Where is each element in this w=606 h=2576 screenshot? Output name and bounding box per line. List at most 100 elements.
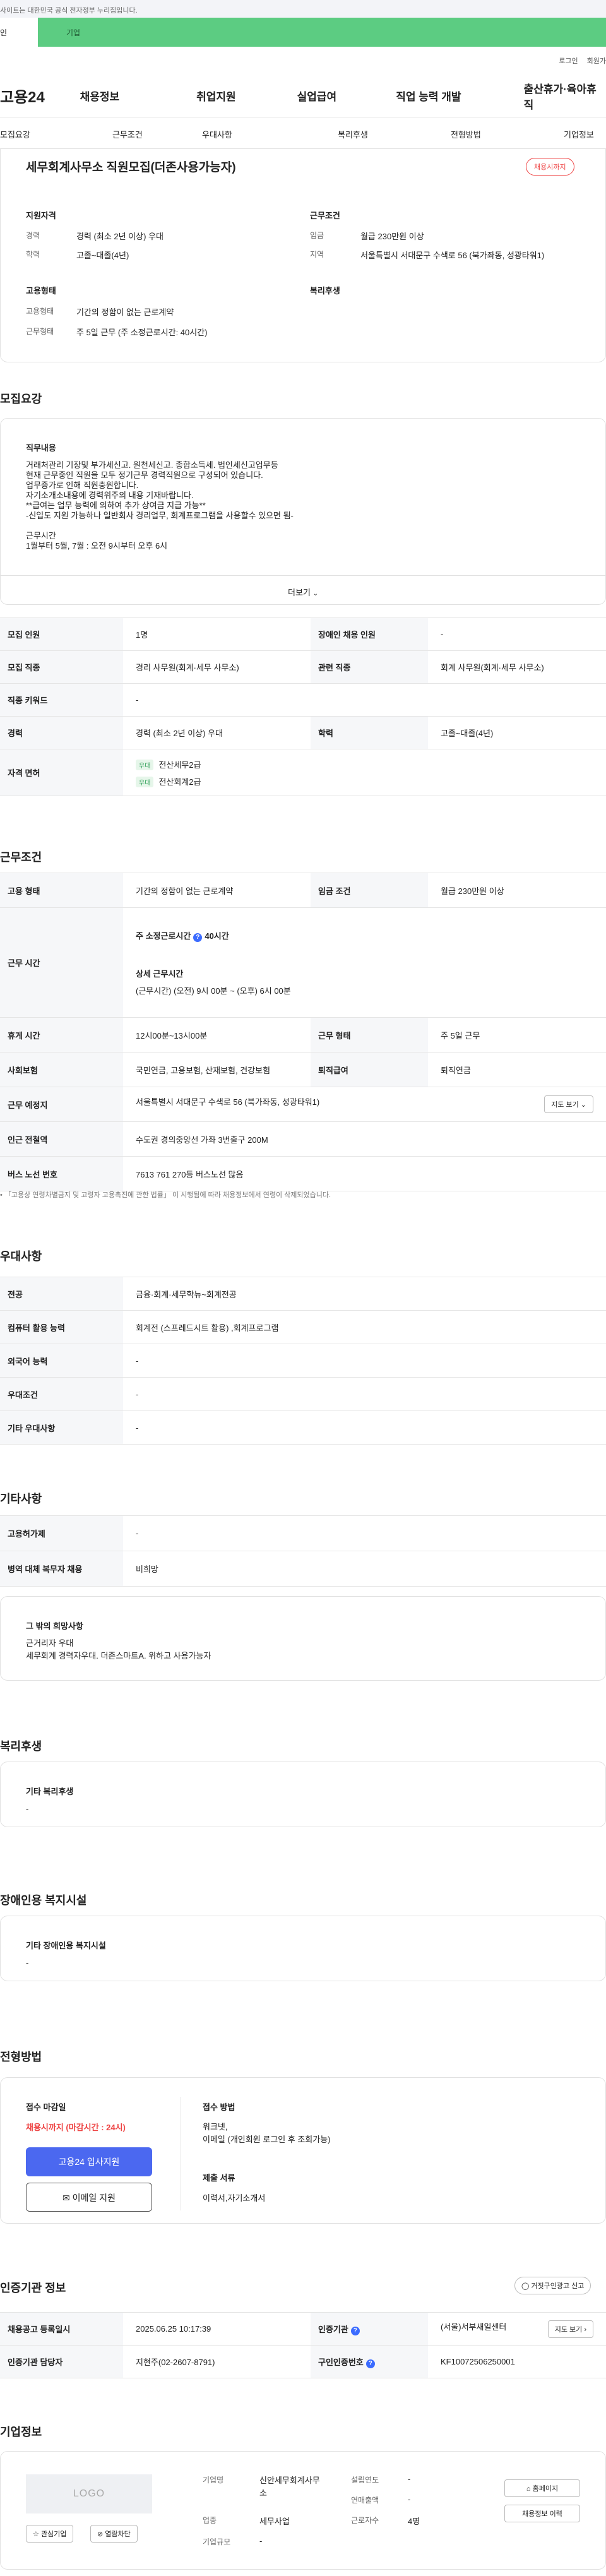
- headcount-value: 1명: [123, 617, 311, 651]
- company-section-title: 기업정보: [0, 2426, 42, 2438]
- insurance-value: 국민연금, 고용보험, 산재보험, 건강보험: [123, 1052, 311, 1087]
- license-tag: 우대: [136, 759, 154, 770]
- education-label: 학력: [26, 250, 40, 259]
- computer-skill-value: 회계전 (스프레드시트 활용) ,회계프로그램: [123, 1310, 606, 1344]
- break-time-value: 12시00분~13시00분: [123, 1017, 311, 1052]
- mail-icon: ✉: [62, 2193, 70, 2203]
- signup-link[interactable]: 회원가: [587, 57, 606, 65]
- subnav-preferences[interactable]: 우대사항: [202, 128, 232, 140]
- report-false-ad-button[interactable]: ◯ 거짓구인광고 신고: [514, 2277, 591, 2294]
- work-place-label: 근무 예정지: [0, 1087, 123, 1122]
- work-form-value: 주 5일 근무: [428, 1017, 606, 1052]
- job-keyword-label: 직종 키워드: [0, 683, 123, 717]
- gnb-item-employment-support[interactable]: 취업지원: [196, 88, 297, 104]
- block-view-button[interactable]: ⊘ 열람차단: [90, 2525, 138, 2543]
- welfare-section-title: 복리후생: [0, 1740, 42, 1753]
- info-icon[interactable]: ?: [350, 2326, 360, 2335]
- preferences-section-title: 우대사항: [0, 1250, 42, 1263]
- apply-button[interactable]: 고용24 입사지원: [26, 2147, 152, 2176]
- disabled-facility-section-title: 장애인용 복지시설: [0, 1894, 87, 1907]
- work-type-value: 주 5일 근무 (주 소정근로시간: 40시간): [76, 328, 208, 337]
- job-summary-card: 세무회계사무소 직원모집(더존사용가능자) 채용시까지 지원자격 경력 경력 (…: [0, 149, 606, 362]
- career-row-label: 경력: [0, 716, 123, 749]
- disabled-facility-value: -: [26, 1958, 29, 1967]
- favorite-label: 관심기업: [40, 2531, 67, 2538]
- agency-map-label: 지도 보기: [554, 2325, 583, 2334]
- employment-form-label: 고용 형태: [0, 873, 123, 908]
- agency-map-button[interactable]: 지도 보기 ›: [547, 2320, 593, 2338]
- company-scale-label: 기업규모: [203, 2537, 231, 2546]
- job-line: 거래처관리 기장및 부가세신고. 원천세신고. 종합소득세. 법인세신고업무등: [26, 460, 278, 470]
- job-line: 업무증가로 인해 직원충원합니다.: [26, 480, 139, 490]
- report-false-ad-label: 거짓구인광고 신고: [531, 2282, 585, 2290]
- conditions-table: 고용 형태 기간의 정함이 없는 근로계약 임금 조건 월급 230만원 이상 …: [0, 873, 606, 1191]
- company-card: LOGO ☆ 관심기업 ⊘ 열람차단 기업명 신안세무회계사무 소 업종 세무사…: [0, 2451, 606, 2570]
- block-icon: ⊘: [97, 2531, 104, 2538]
- tab-person[interactable]: 인: [0, 18, 38, 47]
- agency-staff-label: 인증기관 담당자: [0, 2345, 123, 2378]
- cert-number-label: 구인인증번호?: [311, 2345, 428, 2378]
- homepage-label: 홈페이지: [532, 2485, 559, 2493]
- posting-date-value: 2025.06.25 10:17:39: [123, 2312, 311, 2346]
- agency-section-title: 인증기관 정보: [0, 2282, 66, 2294]
- method-heading: 접수 방법: [203, 2102, 235, 2112]
- cert-number-value: KF10072506250001: [428, 2345, 606, 2378]
- other-preference-value: -: [123, 1410, 606, 1445]
- weekly-hours-label: 주 소정근로시간: [136, 931, 191, 941]
- preferred-condition-label: 우대조건: [0, 1377, 123, 1411]
- map-button-label: 지도 보기: [551, 1101, 579, 1109]
- preferred-condition-value: -: [123, 1377, 606, 1411]
- info-icon[interactable]: ?: [365, 2359, 375, 2368]
- preferences-table: 전공 금융·회계·세무학뉴~회계전공 컴퓨터 활용 능력 회계전 (스프레드시트 활…: [0, 1277, 606, 1445]
- subnav-welfare[interactable]: 복리후생: [338, 128, 368, 140]
- subnav-company[interactable]: 기업정보: [564, 128, 594, 140]
- age-notice-text: 「고용상 연령차별금지 및 고령자 고용촉진에 관한 법률」 이 시행됨에 따라…: [4, 1191, 331, 1199]
- map-button[interactable]: 지도 보기 ⌄: [544, 1095, 593, 1113]
- login-link[interactable]: 로그인: [559, 57, 578, 65]
- age-notice: • 「고용상 연령차별금지 및 고령자 고용촉진에 관한 법률」 이 시행됨에 …: [0, 1191, 331, 1199]
- gnb-item-parental-leave[interactable]: 출산휴가·육아휴직: [524, 80, 606, 112]
- weekly-hours-value: 40시간: [205, 931, 229, 941]
- job-line: 근무시간: [26, 531, 56, 540]
- homepage-button[interactable]: ⌂ 홈페이지: [504, 2479, 580, 2497]
- others-table: 고용허가제 - 병역 대체 복무자 채용 비희망: [0, 1515, 606, 1587]
- company-name-value: 신안세무회계사무 소: [259, 2474, 320, 2500]
- certifying-agency-label-text: 인증기관: [318, 2324, 348, 2334]
- company-name-line: 신안세무회계사무: [259, 2476, 320, 2485]
- employment-type-label: 고용형태: [26, 307, 54, 316]
- site-logo[interactable]: 고용24: [0, 85, 79, 107]
- subnav-recruit[interactable]: 모집요강: [0, 128, 30, 140]
- disabled-hire-value: -: [428, 617, 606, 651]
- process-card: 접수 마감일 채용시까지 (마감시간 : 24시) 고용24 입사지원 ✉ 이메…: [0, 2077, 606, 2224]
- member-type-tabs: 인 기업: [0, 18, 606, 47]
- job-line: 1월부터 5월, 7월 : 오전 9시부터 오후 6시: [26, 541, 168, 551]
- method-line: 워크넷,: [203, 2122, 228, 2132]
- more-button[interactable]: 더보기 ⌄: [1, 575, 605, 604]
- certifying-agency-label: 인증기관?: [311, 2312, 428, 2346]
- wage-condition-value: 월급 230만원 이상: [428, 873, 606, 908]
- job-line: 자기소개소내용에 경력위주의 내용 기재바랍니다.: [26, 491, 194, 500]
- agency-staff-value: 지현주(02-2607-8791): [123, 2345, 311, 2378]
- license-value: 우대 전산세무2급 우대 전산회계2급: [123, 749, 606, 796]
- job-history-button[interactable]: 채용정보 이력: [504, 2505, 580, 2522]
- email-apply-button[interactable]: ✉ 이메일 지원: [26, 2183, 152, 2212]
- subnav-process[interactable]: 전형방법: [451, 128, 481, 140]
- favorite-company-button[interactable]: ☆ 관심기업: [26, 2525, 74, 2543]
- gnb-item-training[interactable]: 직업 능력 개발: [396, 88, 523, 104]
- gnb-item-unemployment-benefit[interactable]: 실업급여: [297, 88, 396, 104]
- work-permit-label: 고용허가제: [0, 1515, 123, 1551]
- welfare-heading: 복리후생: [310, 286, 340, 295]
- gnb-item-jobs[interactable]: 채용정보: [80, 88, 196, 104]
- career-label: 경력: [26, 231, 40, 240]
- info-icon[interactable]: ?: [193, 933, 203, 942]
- other-wishes-body: 근거리자 우대 세무회계 경력자우대. 더존스마트A. 위하고 사용가능자: [26, 1637, 211, 1662]
- tab-business[interactable]: 기업: [38, 18, 606, 47]
- job-description-heading: 직무내용: [26, 443, 56, 453]
- disabled-facility-card: 기타 장애인용 복지시설 -: [0, 1916, 606, 1981]
- deadline-heading: 접수 마감일: [26, 2102, 66, 2112]
- chevron-down-icon: ⌄: [580, 1101, 586, 1109]
- job-keyword-value: -: [123, 683, 606, 717]
- subnav-conditions[interactable]: 근무조건: [112, 128, 143, 140]
- certifying-agency-value: (서울)서부새일센터 지도 보기 ›: [428, 2312, 606, 2346]
- sales-value: -: [408, 2495, 411, 2504]
